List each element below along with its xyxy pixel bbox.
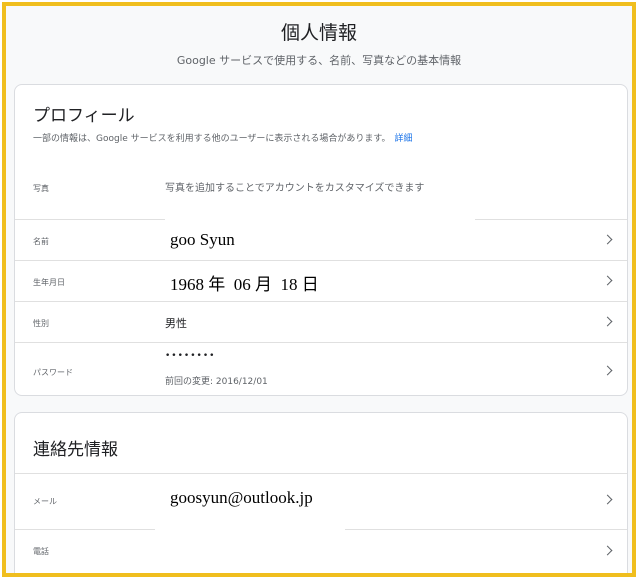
photo-label: 写真 (33, 184, 49, 193)
gender-value: 男性 (165, 317, 187, 330)
gender-row[interactable]: 性別 男性 (15, 301, 627, 342)
profile-card: プロフィール 一部の情報は、Google サービスを利用する他のユーザーに表示さ… (14, 84, 628, 396)
name-row[interactable]: 名前 goo Syun (15, 219, 627, 260)
photo-value: 写真を追加することでアカウントをカスタマイズできます (165, 183, 425, 194)
photo-row[interactable]: 写真 写真を追加することでアカウントをカスタマイズできます (15, 163, 627, 219)
chevron-right-icon (602, 234, 613, 245)
email-value: goosyun@outlook.jp (170, 488, 313, 507)
birthday-value: 1968 年 06 月 18 日 (170, 275, 319, 294)
redaction-mask (155, 527, 345, 531)
chevron-right-icon (602, 316, 613, 327)
password-row[interactable]: パスワード •••••••• 前回の変更: 2016/12/01 (15, 342, 627, 397)
name-value: goo Syun (170, 230, 235, 249)
email-label: メール (33, 497, 57, 506)
phone-row[interactable]: 電話 (15, 529, 627, 573)
birthday-label: 生年月日 (33, 278, 65, 287)
chevron-right-icon (602, 494, 613, 505)
birthday-row[interactable]: 生年月日 1968 年 06 月 18 日 (15, 260, 627, 301)
password-label: パスワード (33, 368, 73, 377)
email-row[interactable]: メール goosyun@outlook.jp (15, 473, 627, 529)
password-value: •••••••• (165, 351, 216, 361)
details-link[interactable]: 詳細 (395, 134, 413, 144)
profile-title: プロフィール (33, 106, 135, 126)
chevron-right-icon (602, 545, 613, 556)
name-label: 名前 (33, 237, 49, 246)
chevron-right-icon (602, 365, 613, 376)
profile-description: 一部の情報は、Google サービスを利用する他のユーザーに表示される場合があり… (33, 131, 413, 144)
chevron-right-icon (602, 275, 613, 286)
contact-title: 連絡先情報 (33, 440, 118, 460)
contact-card: 連絡先情報 メール goosyun@outlook.jp 電話 (14, 412, 628, 573)
gender-label: 性別 (33, 319, 49, 328)
phone-label: 電話 (33, 547, 49, 556)
redaction-mask (165, 217, 475, 221)
page-frame: 個人情報 Google サービスで使用する、名前、写真などの基本情報 プロフィー… (2, 2, 636, 577)
password-last-changed: 前回の変更: 2016/12/01 (165, 377, 268, 387)
page-subtitle: Google サービスで使用する、名前、写真などの基本情報 (176, 54, 462, 67)
profile-description-text: 一部の情報は、Google サービスを利用する他のユーザーに表示される場合があり… (33, 134, 391, 144)
page-title: 個人情報 (280, 22, 357, 44)
